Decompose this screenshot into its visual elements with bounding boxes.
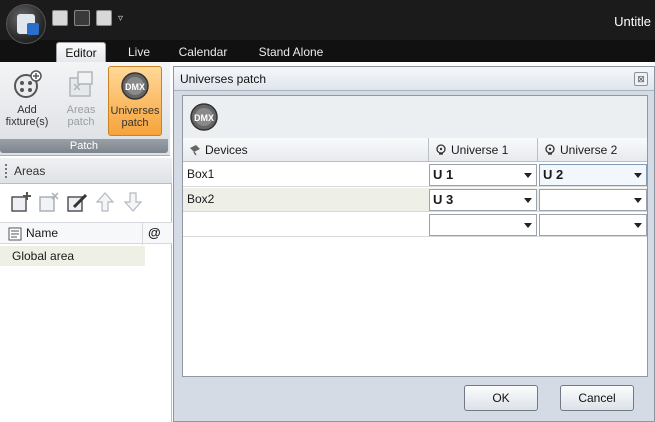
areas-panel-title: Areas bbox=[14, 164, 46, 178]
dmx-icon: DMX bbox=[121, 72, 149, 100]
table-row[interactable]: Box1 U 1 U 2 bbox=[183, 163, 647, 187]
quick-access-toolbar: ▿ bbox=[52, 8, 128, 28]
universe-1-value: U 1 bbox=[433, 167, 454, 182]
areas-panel-header: Areas bbox=[0, 158, 172, 184]
areas-patch-icon bbox=[69, 71, 93, 97]
tab-live[interactable]: Live bbox=[120, 42, 158, 62]
window-title: Untitle bbox=[614, 14, 651, 29]
new-file-icon[interactable] bbox=[52, 10, 68, 26]
universe-2-select[interactable]: U 2 bbox=[539, 164, 647, 186]
open-file-icon[interactable] bbox=[74, 10, 90, 26]
edit-area-icon[interactable] bbox=[66, 191, 88, 213]
add-fixture-label: Add fixture(s) bbox=[5, 104, 49, 128]
add-area-icon[interactable] bbox=[10, 191, 32, 213]
chevron-down-icon[interactable] bbox=[524, 173, 532, 178]
svg-text:DMX: DMX bbox=[125, 82, 145, 92]
universe-bulb-icon bbox=[436, 144, 446, 155]
column-name[interactable]: Name bbox=[26, 226, 58, 240]
areas-toolbar bbox=[0, 186, 172, 218]
universe-1-value: U 3 bbox=[433, 192, 454, 207]
list-item[interactable]: Global area bbox=[0, 246, 145, 266]
close-icon[interactable]: ⊠ bbox=[634, 72, 648, 86]
fixture-icon bbox=[190, 145, 200, 156]
save-icon[interactable] bbox=[96, 10, 112, 26]
device-name: Box2 bbox=[187, 192, 215, 206]
universe-2-value: U 2 bbox=[543, 167, 564, 182]
tab-editor[interactable]: Editor bbox=[56, 42, 106, 62]
table-row[interactable]: Box2 U 3 bbox=[183, 188, 647, 212]
chevron-down-icon[interactable] bbox=[524, 198, 532, 203]
chevron-down-icon[interactable] bbox=[634, 223, 642, 228]
application-menu-button[interactable] bbox=[6, 4, 46, 44]
areas-patch-button[interactable]: Areas patch bbox=[56, 66, 106, 136]
universe-2-select[interactable] bbox=[539, 214, 647, 236]
customize-toolbar-icon[interactable]: ▿ bbox=[118, 13, 128, 24]
column-header-universe-2-label: Universe 2 bbox=[560, 143, 618, 157]
area-name: Global area bbox=[12, 249, 75, 263]
column-header-universe-1[interactable]: Universe 1 bbox=[428, 138, 537, 162]
dmx-icon[interactable]: DMX bbox=[189, 102, 219, 132]
column-header-devices[interactable]: Devices bbox=[183, 138, 428, 162]
areas-column-header: Name @ bbox=[0, 222, 172, 245]
chevron-down-icon[interactable] bbox=[634, 198, 642, 203]
remove-area-icon[interactable] bbox=[38, 191, 60, 213]
device-name: Box1 bbox=[187, 167, 215, 181]
areas-patch-label: Areas patch bbox=[66, 104, 96, 128]
add-fixture-button[interactable]: Add fixture(s) bbox=[2, 66, 52, 136]
tab-calendar[interactable]: Calendar bbox=[172, 42, 234, 62]
ribbon-group-label: Patch bbox=[0, 139, 168, 153]
column-header-universe-2[interactable]: Universe 2 bbox=[537, 138, 647, 162]
universe-1-select[interactable] bbox=[429, 214, 537, 236]
column-header-devices-label: Devices bbox=[205, 143, 248, 157]
chevron-down-icon[interactable] bbox=[524, 223, 532, 228]
grid-empty-area bbox=[183, 238, 647, 376]
universe-2-select[interactable] bbox=[539, 189, 647, 211]
column-divider[interactable] bbox=[142, 223, 143, 245]
chevron-down-icon[interactable] bbox=[634, 173, 642, 178]
universe-1-select[interactable]: U 3 bbox=[429, 189, 537, 211]
column-header-universe-1-label: Universe 1 bbox=[451, 143, 509, 157]
tab-stand-alone[interactable]: Stand Alone bbox=[250, 42, 332, 62]
move-down-icon[interactable] bbox=[122, 191, 144, 213]
ok-button[interactable]: OK bbox=[464, 385, 538, 411]
universes-patch-label: Universes patch bbox=[110, 105, 160, 129]
svg-text:DMX: DMX bbox=[194, 113, 214, 123]
dialog-title-bar: Universes patch ⊠ bbox=[174, 67, 654, 91]
universes-patch-dialog: Universes patch ⊠ DMX Devices Universe 1… bbox=[173, 66, 655, 422]
dialog-title: Universes patch bbox=[180, 72, 267, 86]
universe-1-select[interactable]: U 1 bbox=[429, 164, 537, 186]
patch-grid: DMX Devices Universe 1 Universe 2 Box1 U… bbox=[182, 95, 648, 377]
ribbon-panel: Add fixture(s) Areas patch DMX Universes… bbox=[0, 62, 170, 156]
areas-panel: Areas Name @ Global area bbox=[0, 158, 172, 422]
universe-bulb-icon bbox=[545, 144, 555, 155]
list-icon bbox=[8, 227, 22, 241]
cancel-button[interactable]: Cancel bbox=[560, 385, 634, 411]
panel-grip-icon[interactable] bbox=[5, 164, 7, 178]
column-at[interactable]: @ bbox=[148, 225, 161, 240]
table-row[interactable] bbox=[183, 213, 647, 237]
grid-toolbar: DMX bbox=[183, 96, 647, 138]
move-up-icon[interactable] bbox=[94, 191, 116, 213]
device-name bbox=[183, 213, 428, 237]
universes-patch-button[interactable]: DMX Universes patch bbox=[108, 66, 162, 136]
app-logo-accent bbox=[27, 23, 39, 35]
add-fixture-icon bbox=[14, 70, 42, 98]
